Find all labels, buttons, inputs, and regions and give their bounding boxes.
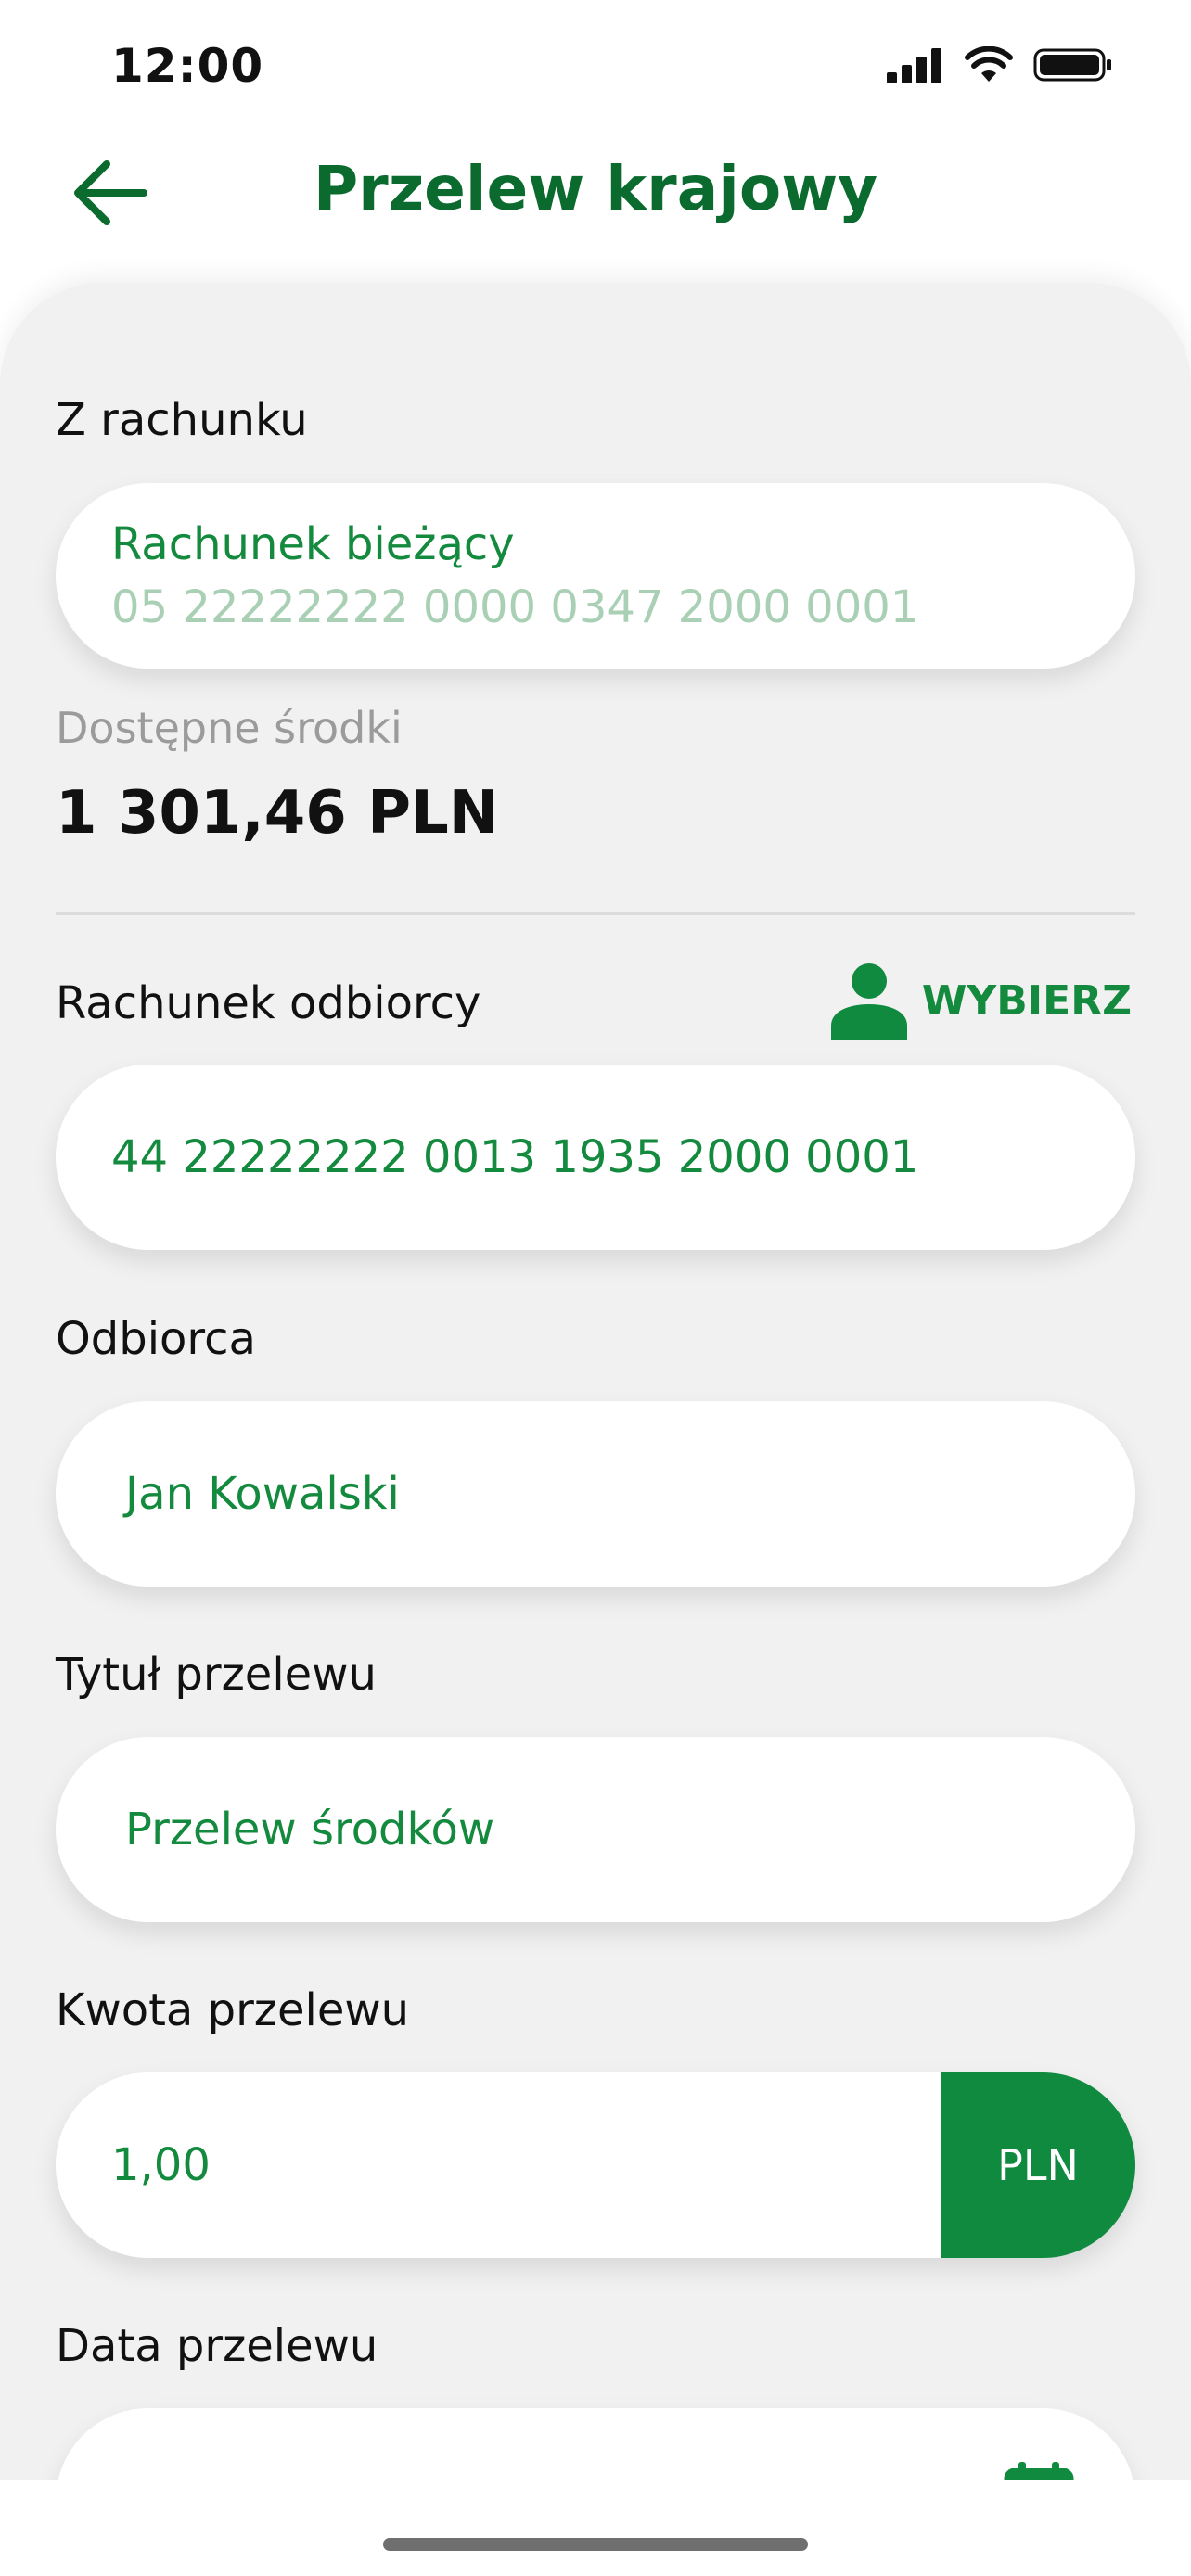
transfer-title-label: Tytuł przelewu xyxy=(56,1649,377,1701)
recipient-account-value: 44 22222222 0013 1935 2000 0001 xyxy=(111,1131,919,1183)
date-label: Data przelewu xyxy=(56,2320,378,2372)
status-icons xyxy=(887,46,1113,83)
person-icon xyxy=(830,963,907,1040)
from-account-field[interactable]: Rachunek bieżący 05 22222222 0000 0347 2… xyxy=(56,483,1135,669)
from-account-number: 05 22222222 0000 0347 2000 0001 xyxy=(111,581,919,633)
wifi-icon xyxy=(965,46,1013,82)
divider xyxy=(56,912,1135,915)
transfer-screen: 12:00 Przelew krajowy Z rachunku Rachune… xyxy=(0,0,1191,2576)
battery-icon xyxy=(1033,48,1111,82)
from-account-label: Z rachunku xyxy=(56,394,308,446)
recipient-field[interactable]: Jan Kowalski xyxy=(56,1401,1135,1587)
amount-label: Kwota przelewu xyxy=(56,1984,410,2036)
transfer-title-value: Przelew środków xyxy=(125,1804,495,1855)
recipient-account-field[interactable]: 44 22222222 0013 1935 2000 0001 xyxy=(56,1065,1135,1250)
transfer-title-field[interactable]: Przelew środków xyxy=(56,1737,1135,1922)
choose-recipient-button[interactable]: WYBIERZ xyxy=(829,961,1132,1040)
available-funds-amount: 1 301,46 PLN xyxy=(56,779,499,848)
from-account-name: Rachunek bieżący xyxy=(111,518,515,570)
signal-icon xyxy=(887,48,941,83)
currency-button[interactable]: PLN xyxy=(941,2072,1135,2258)
home-indicator[interactable] xyxy=(383,2538,808,2551)
bottom-bar xyxy=(0,2480,1191,2576)
page-title: Przelew krajowy xyxy=(313,153,878,224)
amount-field[interactable]: 1,00 PLN xyxy=(56,2072,1135,2258)
available-funds-label: Dostępne środki xyxy=(56,703,403,753)
choose-recipient-label: WYBIERZ xyxy=(921,976,1132,1025)
recipient-account-label: Rachunek odbiorcy xyxy=(56,977,481,1029)
recipient-label: Odbiorca xyxy=(56,1313,256,1365)
recipient-value: Jan Kowalski xyxy=(125,1468,400,1520)
amount-value: 1,00 xyxy=(111,2139,211,2191)
status-time: 12:00 xyxy=(111,39,264,93)
